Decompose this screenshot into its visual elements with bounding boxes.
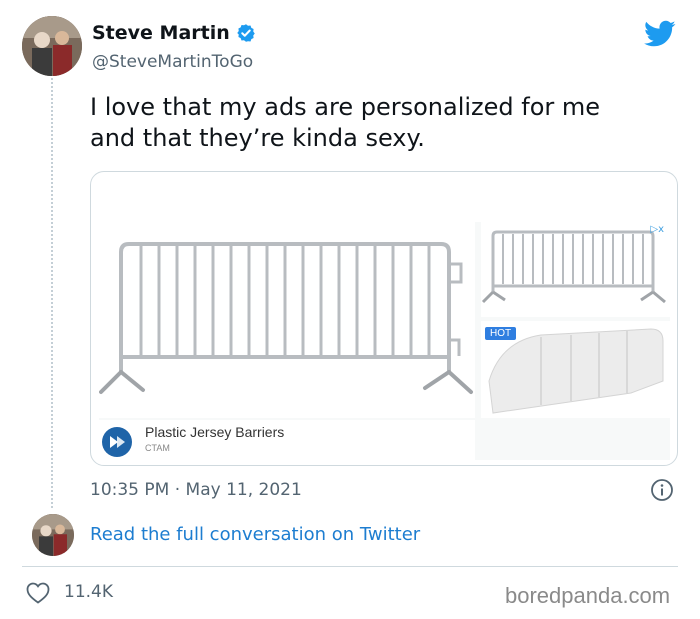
thread-line [51,78,53,508]
display-name[interactable]: Steve Martin [92,22,230,44]
ad-advertiser: CTAM [145,443,170,453]
tweet-timestamp[interactable]: 10:35 PM · May 11, 2021 [90,480,302,500]
like-count: 11.4K [64,582,113,602]
avatar-small[interactable] [32,514,74,556]
tweet-text: I love that my ads are personalized for … [90,92,690,154]
advertiser-logo-icon [102,427,132,457]
ad-footer[interactable]: Plastic Jersey Barriers CTAM [99,420,475,460]
watermark: boredpanda.com [505,583,671,608]
author-handle[interactable]: @SteveMartinToGo [92,52,253,72]
divider [22,566,678,567]
read-conversation-link[interactable]: Read the full conversation on Twitter [90,524,420,545]
twitter-bird-icon[interactable] [644,20,676,48]
ad-title[interactable]: Plastic Jersey Barriers [145,424,284,440]
jersey-barrier-image[interactable]: HOT [481,321,670,418]
author-name-row: Steve Martin [92,22,256,44]
barrier-image[interactable] [99,222,475,418]
tweet-text-line: and that they’re kinda sexy. [90,124,425,152]
ad-content[interactable]: ▷x HOT Plastic Jersey Barriers CTAM [99,222,670,460]
ad-card[interactable]: ▷x HOT Plastic Jersey Barriers CTAM [90,171,678,466]
tweet-text-line: I love that my ads are personalized for … [90,93,601,121]
barrier-thumbnail[interactable]: ▷x [481,222,670,317]
adchoices-icon[interactable]: ▷x [650,224,664,235]
hot-badge: HOT [485,327,517,340]
verified-badge-icon [237,24,255,42]
avatar[interactable] [22,16,82,76]
heart-icon[interactable] [26,582,50,604]
info-icon[interactable] [650,478,674,502]
